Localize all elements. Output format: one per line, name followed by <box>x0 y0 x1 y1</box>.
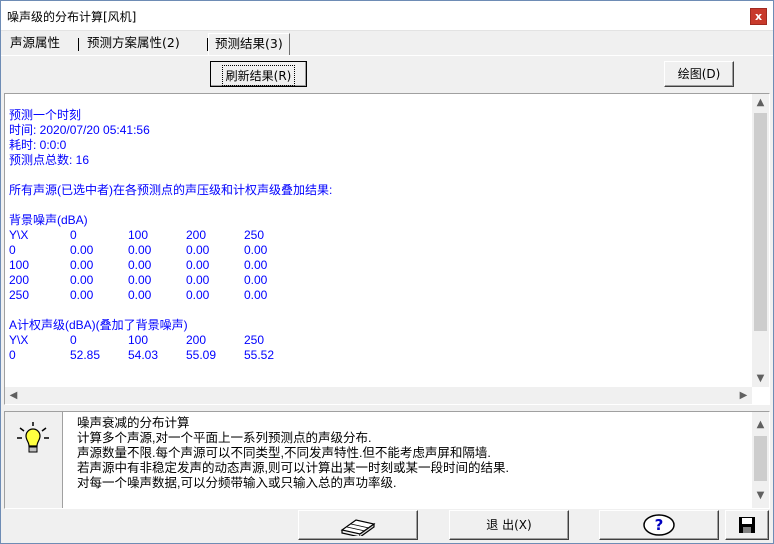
plot-button[interactable]: 绘图(D) <box>664 61 734 87</box>
help-button[interactable]: ? <box>599 510 719 540</box>
info-text: 噪声衰减的分布计算 计算多个声源,对一个平面上一系列预测点的声级分布. 声源数量… <box>77 416 737 491</box>
results-horizontal-scrollbar[interactable]: ◀ ▶ <box>5 387 752 404</box>
table-cell: 0.00 <box>70 243 94 257</box>
results-line: 预测点总数: 16 <box>9 153 90 167</box>
info-line: 若声源中有非稳定发声的动态声源,则可以计算出某一时刻或某一段时间的结果. <box>77 461 509 475</box>
table-cell: 0.00 <box>186 273 210 287</box>
table-row: 0 0.00 0.00 0.00 0.00 <box>9 243 737 258</box>
table-cell: 200 <box>186 228 207 242</box>
table-cell: Y\X <box>9 228 29 242</box>
table-cell: 55.52 <box>244 348 275 362</box>
info-panel: 噪声衰减的分布计算 计算多个声源,对一个平面上一系列预测点的声级分布. 声源数量… <box>4 411 770 509</box>
results-summary: 所有声源(已选中者)在各预测点的声压级和计权声级叠加结果: <box>9 183 333 197</box>
scroll-right-arrow-icon[interactable]: ▶ <box>735 387 752 404</box>
lightbulb-icon <box>17 422 49 453</box>
close-button[interactable]: x <box>750 8 767 25</box>
book-icon <box>340 519 376 538</box>
table-cell: 0.00 <box>70 273 94 287</box>
table-cell: 100 <box>128 228 149 242</box>
table-cell: 0.00 <box>244 273 268 287</box>
results-line: 时间: 2020/07/20 05:41:56 <box>9 123 150 137</box>
background-table-title: 背景噪声(dBA) <box>9 213 88 227</box>
results-vertical-scrollbar[interactable]: ▲ ▼ <box>752 94 769 387</box>
table-cell: 0.00 <box>128 288 152 302</box>
results-text: 预测一个时刻 时间: 2020/07/20 05:41:56 耗时: 0:0:0… <box>9 108 737 388</box>
table-cell: 0 <box>9 243 16 257</box>
refresh-results-label: 刷新结果(R) <box>221 65 296 86</box>
table-cell: 55.09 <box>186 348 217 362</box>
table-cell: 0.00 <box>128 243 152 257</box>
results-panel: 预测一个时刻 时间: 2020/07/20 05:41:56 耗时: 0:0:0… <box>4 93 770 405</box>
tab-divider <box>1 55 773 56</box>
table-row: 250 0.00 0.00 0.00 0.00 <box>9 288 737 303</box>
table-cell: 0.00 <box>70 288 94 302</box>
table-cell: 0.00 <box>186 258 210 272</box>
refresh-results-button[interactable]: 刷新结果(R) <box>210 61 307 87</box>
table-cell: 250 <box>244 228 265 242</box>
table-cell: 200 <box>186 333 207 347</box>
table-cell: 0.00 <box>70 258 94 272</box>
scroll-thumb[interactable] <box>754 436 767 481</box>
table-cell: 0.00 <box>244 288 268 302</box>
table-cell: 0.00 <box>186 243 210 257</box>
table-cell: 250 <box>9 288 30 302</box>
info-line: 计算多个声源,对一个平面上一系列预测点的声级分布. <box>77 431 372 445</box>
scroll-down-arrow-icon[interactable]: ▼ <box>752 370 769 387</box>
results-line: 预测一个时刻 <box>9 108 82 122</box>
table-cell: 250 <box>244 333 265 347</box>
scroll-down-arrow-icon[interactable]: ▼ <box>752 487 769 504</box>
main-window: 噪声级的分布计算[风机] x 声源属性 预测方案属性(2) 预测结果(3) 刷新… <box>0 0 774 544</box>
table-cell: 0 <box>70 228 77 242</box>
table-cell: Y\X <box>9 333 29 347</box>
help-glyph: ? <box>655 516 664 534</box>
tab-source-properties[interactable]: 声源属性 <box>10 33 60 55</box>
tab-separator <box>78 38 79 51</box>
table-cell: 0.00 <box>128 273 152 287</box>
table-cell: 0.00 <box>244 243 268 257</box>
save-button[interactable] <box>725 510 769 540</box>
tab-scheme-properties[interactable]: 预测方案属性(2) <box>87 33 180 55</box>
weighted-table-title: A计权声级(dBA)(叠加了背景噪声) <box>9 318 188 332</box>
table-row: 200 0.00 0.00 0.00 0.00 <box>9 273 737 288</box>
table-header-row: Y\X 0 100 200 250 <box>9 228 737 243</box>
manual-button[interactable] <box>298 510 418 540</box>
table-cell: 0.00 <box>186 288 210 302</box>
exit-button[interactable]: 退 出(X) <box>449 510 569 540</box>
scroll-up-arrow-icon[interactable]: ▲ <box>752 94 769 111</box>
scroll-up-arrow-icon[interactable]: ▲ <box>752 416 769 433</box>
window-title: 噪声级的分布计算[风机] <box>7 10 137 24</box>
table-cell: 200 <box>9 273 30 287</box>
table-cell: 52.85 <box>70 348 101 362</box>
bottom-toolbar: 退 出(X) ? <box>1 509 773 544</box>
table-cell: 0.00 <box>128 258 152 272</box>
tab-strip: 声源属性 预测方案属性(2) 预测结果(3) <box>4 33 770 55</box>
scroll-thumb[interactable] <box>754 113 767 331</box>
table-cell: 100 <box>9 258 30 272</box>
info-vertical-scrollbar[interactable]: ▲ ▼ <box>752 412 769 508</box>
scroll-left-arrow-icon[interactable]: ◀ <box>5 387 22 404</box>
tab-prediction-results[interactable]: 预测结果(3) <box>208 33 290 55</box>
results-line: 耗时: 0:0:0 <box>9 138 67 152</box>
info-line: 对每一个噪声数据,可以分频带输入或只输入总的声功率级. <box>77 476 397 490</box>
table-cell: 0 <box>70 333 77 347</box>
table-row: 100 0.00 0.00 0.00 0.00 <box>9 258 737 273</box>
table-cell: 0 <box>9 348 16 362</box>
floppy-disk-icon <box>739 517 755 533</box>
title-bar: 噪声级的分布计算[风机] x <box>1 1 773 31</box>
info-line: 噪声衰减的分布计算 <box>77 416 190 430</box>
info-line: 声源数量不限.每个声源可以不同类型,不同发声特性.但不能考虑声屏和隔墙. <box>77 446 491 460</box>
help-question-icon: ? <box>643 514 675 536</box>
table-row: 0 52.85 54.03 55.09 55.52 <box>9 348 737 363</box>
table-cell: 100 <box>128 333 149 347</box>
table-cell: 0.00 <box>244 258 268 272</box>
table-header-row: Y\X 0 100 200 250 <box>9 333 737 348</box>
info-icon-box <box>5 412 63 508</box>
table-cell: 54.03 <box>128 348 159 362</box>
